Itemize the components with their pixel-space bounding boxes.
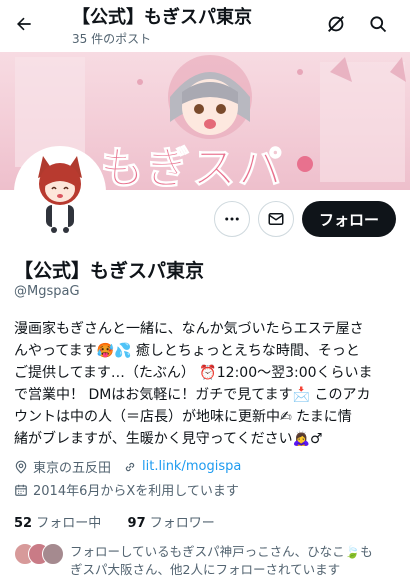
follow-button[interactable]: フォロー	[302, 201, 396, 237]
bio-line: 緒がブレますが、生暖かく見守ってください🙇‍♀️♂	[14, 431, 323, 447]
bio-line: 漫画家もぎさんと一緒に、なんか気づいたらエステ屋さ	[14, 321, 364, 337]
avatar-illustration	[18, 150, 102, 234]
avatar[interactable]	[14, 146, 106, 238]
bio-line: ご提供してます…（たぶん） ⏰12:00〜翌3:00くらいま	[14, 365, 373, 381]
search-icon	[370, 16, 387, 33]
bio-line: ウントは中の人（＝店長）が地味に更新中✍ たまに情	[14, 409, 352, 425]
link-icon	[125, 462, 135, 471]
mini-avatar-stack	[14, 543, 70, 567]
calendar-icon	[15, 484, 27, 496]
profile-location: 東京の五反田	[33, 461, 112, 476]
profile-joined: 2014年6月からXを利用しています	[33, 484, 239, 499]
banner-logo: もぎスパ	[100, 143, 284, 191]
grok-icon	[328, 16, 344, 32]
profile-joined-row: 2014年6月からXを利用しています	[14, 480, 239, 499]
search-button[interactable]	[364, 10, 392, 38]
more-button[interactable]	[214, 201, 250, 237]
location-pin-icon	[15, 460, 27, 474]
followers-you-know-line: ぎスパ大阪さん、他2人にフォローされています	[70, 562, 341, 577]
envelope-icon	[268, 213, 284, 225]
arrow-left-icon	[17, 17, 31, 31]
profile-website-link[interactable]: lit.link/mogispa	[142, 459, 241, 474]
profile-meta-row: 東京の五反田 lit.link/mogispa	[14, 457, 241, 476]
followers-you-know[interactable]: フォローしているもぎスパ神戸っこさん、ひなこ🍃も ぎスパ大阪さん、他2人にフォロ…	[14, 543, 400, 579]
followers-you-know-line: フォローしているもぎスパ神戸っこさん、ひなこ🍃も	[70, 544, 373, 559]
bio-line: んやってます🥵💦 癒しとちょっとえちな時間、そっと	[14, 343, 360, 359]
back-button[interactable]	[8, 8, 40, 40]
more-icon	[225, 217, 239, 221]
page-title: 【公式】もぎスパ東京	[72, 7, 252, 28]
following-count: 52	[14, 516, 33, 531]
profile-handle: @MgspaG	[14, 284, 80, 299]
profile-name: 【公式】もぎスパ東京	[14, 260, 205, 282]
followers-you-know-text: フォローしているもぎスパ神戸っこさん、ひなこ🍃も ぎスパ大阪さん、他2人にフォロ…	[70, 543, 373, 579]
message-button[interactable]	[258, 201, 294, 237]
bio-line: で営業中！ DMはお気軽に！ガチで見てます📩 このアカ	[14, 387, 371, 403]
top-bar: 【公式】もぎスパ東京 35 件のポスト	[0, 0, 410, 52]
followers-label: フォロワー	[149, 516, 215, 531]
grok-button[interactable]	[322, 10, 350, 38]
avatar	[42, 543, 64, 565]
profile-bio: 漫画家もぎさんと一緒に、なんか気づいたらエステ屋さ んやってます🥵💦 癒しとちょ…	[14, 318, 400, 450]
followers-count: 97	[127, 516, 146, 531]
following-link[interactable]: 52 フォロー中	[14, 516, 101, 531]
followers-link[interactable]: 97 フォロワー	[128, 516, 215, 531]
following-label: フォロー中	[36, 516, 102, 531]
post-count: 35 件のポスト	[72, 32, 152, 46]
follow-stats: 52 フォロー中 97 フォロワー	[14, 512, 215, 531]
